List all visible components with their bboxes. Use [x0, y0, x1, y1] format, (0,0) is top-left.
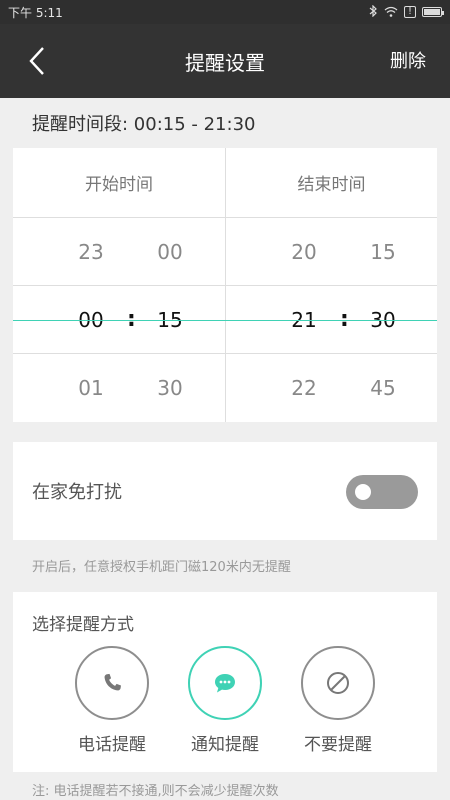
block-icon [327, 672, 349, 694]
wifi-icon [384, 6, 398, 19]
home-dnd-toggle[interactable] [346, 475, 418, 509]
end-row-next[interactable]: 22 45 [226, 354, 437, 422]
start-minute-prev: 00 [157, 239, 183, 264]
status-bar: 下午 5:11 ! [0, 0, 450, 24]
battery-icon [422, 7, 444, 17]
toggle-knob [355, 484, 371, 500]
mode-circle-phone[interactable] [75, 646, 149, 720]
mode-circle-notify[interactable] [188, 646, 262, 720]
home-dnd-label: 在家免打扰 [32, 482, 122, 503]
reminder-mode-card: 选择提醒方式 电话提醒 通知提醒 不要提醒 [13, 592, 437, 772]
mode-label-notify: 通知提醒 [191, 735, 259, 755]
chevron-left-icon [29, 47, 44, 75]
picker-selection-line [13, 320, 437, 321]
phone-icon [104, 673, 121, 691]
end-hour-prev: 20 [291, 239, 317, 264]
bluetooth-icon [369, 4, 378, 19]
mode-option-phone[interactable]: 电话提醒 [62, 646, 162, 755]
time-picker: 开始时间 23 00 00 : 15 01 30 结束时间 20 15 21 :… [13, 148, 437, 422]
delete-button[interactable]: 删除 [390, 47, 426, 73]
end-row-prev[interactable]: 20 15 [226, 218, 437, 286]
start-hour-prev: 23 [78, 239, 104, 264]
start-hour-next: 01 [78, 376, 104, 400]
status-icons: ! [369, 4, 444, 19]
end-minute-prev: 15 [370, 239, 396, 264]
message-icon [215, 674, 235, 693]
mode-option-notify[interactable]: 通知提醒 [175, 646, 275, 755]
alert-icon: ! [404, 6, 416, 18]
end-minute-next: 45 [370, 376, 396, 400]
phone-reminder-note: 注: 电话提醒若不接通,则不会减少提醒次数 [32, 784, 279, 799]
start-row-prev[interactable]: 23 00 [13, 218, 225, 286]
mode-circle-none[interactable] [301, 646, 375, 720]
page-title: 提醒设置 [185, 50, 265, 75]
mode-label-phone: 电话提醒 [78, 735, 146, 755]
back-button[interactable] [22, 44, 52, 78]
start-row-next[interactable]: 01 30 [13, 354, 225, 422]
mode-label-none: 不要提醒 [304, 735, 372, 755]
end-hour-next: 22 [291, 376, 317, 400]
reminder-mode-title: 选择提醒方式 [32, 615, 134, 635]
app-header: 提醒设置 删除 [0, 24, 450, 98]
mode-option-none[interactable]: 不要提醒 [288, 646, 388, 755]
start-time-header: 开始时间 [13, 148, 225, 218]
end-time-column[interactable]: 结束时间 20 15 21 : 30 22 45 [225, 148, 437, 422]
status-time: 下午 5:11 [8, 5, 63, 20]
start-time-column[interactable]: 开始时间 23 00 00 : 15 01 30 [13, 148, 225, 422]
home-dnd-card: 在家免打扰 [13, 442, 437, 540]
start-minute-next: 30 [157, 376, 183, 400]
end-time-header: 结束时间 [226, 148, 437, 218]
home-dnd-hint: 开启后，任意授权手机距门磁120米内无提醒 [32, 560, 291, 575]
reminder-period-title: 提醒时间段: 00:15 - 21:30 [32, 114, 256, 135]
